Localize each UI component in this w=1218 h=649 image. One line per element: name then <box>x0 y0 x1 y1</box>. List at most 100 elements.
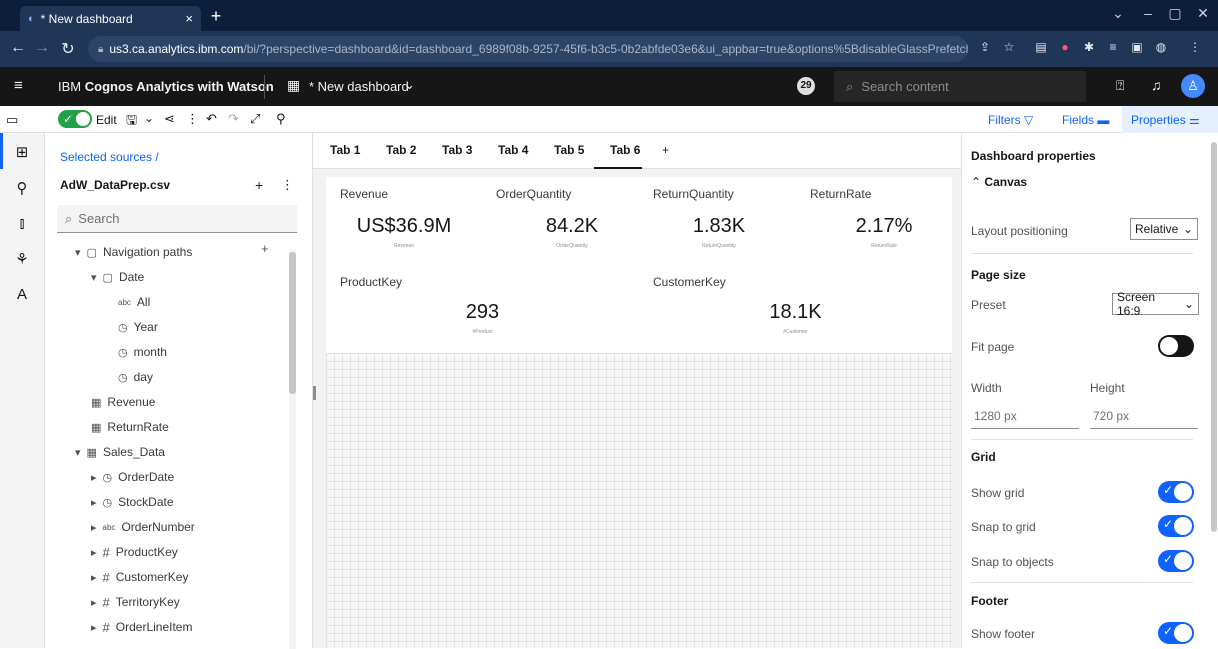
numeric-field-icon: # <box>102 594 110 610</box>
adblock-icon[interactable]: ● <box>1056 40 1074 58</box>
fullscreen-icon[interactable]: ⤢ <box>250 111 260 127</box>
redo-icon[interactable]: ↷ <box>228 111 239 127</box>
show-grid-toggle[interactable]: ✓ <box>1158 481 1194 503</box>
width-input[interactable]: 1280 px <box>971 405 1079 429</box>
snap-to-grid-label: Snap to grid <box>971 520 1036 534</box>
back-icon[interactable]: ← <box>6 39 30 57</box>
browser-tab[interactable]: ◐ * New dashboard × <box>20 6 201 31</box>
notification-count-badge[interactable]: 29 <box>797 77 815 95</box>
new-tab-button[interactable]: + <box>205 6 227 27</box>
profile-avatar-icon[interactable]: ◍ <box>1152 40 1170 58</box>
edit-mode-toggle[interactable]: ✓ <box>58 110 92 128</box>
tree-item[interactable]: ▸ # OrderLineItem <box>91 616 192 638</box>
undo-icon[interactable]: ↶ <box>206 111 217 127</box>
table-icon: ▦ <box>86 446 97 459</box>
share-icon[interactable]: ⋖ <box>164 111 175 127</box>
hamburger-menu-icon[interactable]: ≡ <box>14 77 23 94</box>
tree-item[interactable]: ▾ ▦ Sales_Data <box>75 441 165 463</box>
properties-scrollbar[interactable] <box>1211 142 1217 532</box>
tab-search-icon[interactable]: ⌄ <box>1103 5 1133 22</box>
address-bar[interactable]: 🔒︎ us3.ca.analytics.ibm.com /bi/?perspec… <box>88 36 968 62</box>
share-icon[interactable]: ⇪ <box>976 40 994 58</box>
panel-resize-handle[interactable] <box>313 386 316 400</box>
visualizations-icon[interactable]: ⫾ <box>12 215 32 235</box>
help-icon[interactable]: ⍰ <box>1116 77 1124 94</box>
browser-menu-icon[interactable]: ⋮ <box>1186 40 1204 58</box>
kpi-widget[interactable]: OrderQuantity 84.2K OrderQuantity <box>482 177 639 265</box>
tree-item[interactable]: ▸ ◷ OrderDate <box>91 466 174 488</box>
text-media-icon[interactable]: A <box>12 286 32 306</box>
height-input[interactable]: 720 px <box>1090 405 1198 429</box>
snap-to-objects-toggle[interactable]: ✓ <box>1158 550 1194 572</box>
kpi-widget[interactable]: CustomerKey 18.1K #Customer <box>639 265 952 353</box>
add-tab-button[interactable]: + <box>662 143 669 157</box>
tree-item[interactable]: ▸ # ProductKey <box>91 541 178 563</box>
properties-button[interactable]: Properties ⚌ <box>1131 113 1200 127</box>
tree-item[interactable]: ▸ # CustomerKey <box>91 566 188 588</box>
notifications-bell-icon[interactable]: ♫ <box>1151 77 1162 93</box>
tab-3[interactable]: Tab 3 <box>442 143 472 157</box>
fit-page-toggle[interactable] <box>1158 335 1194 357</box>
tree-item[interactable]: ◷ Year <box>118 316 158 338</box>
save-dropdown-icon[interactable]: ⌄ <box>144 111 154 125</box>
snap-to-grid-toggle[interactable]: ✓ <box>1158 515 1194 537</box>
tree-item[interactable]: ◷ month <box>118 341 167 363</box>
pin-icon[interactable]: ⚲ <box>276 111 286 127</box>
tab-4[interactable]: Tab 4 <box>498 143 528 157</box>
save-icon[interactable]: 🖫︎ <box>126 111 137 133</box>
tab-2[interactable]: Tab 2 <box>386 143 416 157</box>
tree-item[interactable]: ▦ Revenue <box>91 391 155 413</box>
tree-item[interactable]: ▸ abc OrderNumber <box>91 516 195 538</box>
tab-5[interactable]: Tab 5 <box>554 143 584 157</box>
data-sources-icon[interactable]: ⊞ <box>12 143 32 163</box>
widgets-icon[interactable]: ⚘ <box>12 250 32 270</box>
preset-select[interactable]: Screen 16:9 ⌄ <box>1112 290 1199 318</box>
maximize-icon[interactable]: ▢ <box>1160 5 1190 22</box>
tree-item[interactable]: ▾ ▢ Navigation paths <box>75 241 192 263</box>
add-icon[interactable]: + <box>255 177 263 193</box>
divider <box>971 253 1193 254</box>
bookmark-star-icon[interactable]: ☆ <box>1000 40 1018 58</box>
overflow-menu-icon[interactable]: ⋮ <box>281 177 294 193</box>
layout-positioning-select[interactable]: Relative ⌄ <box>1130 218 1198 240</box>
extension-icon[interactable]: ▤ <box>1032 40 1050 58</box>
tree-item[interactable]: ▦ ReturnRate <box>91 416 169 438</box>
show-footer-toggle[interactable]: ✓ <box>1158 622 1194 644</box>
source-search-input[interactable]: ⌕ Search <box>57 205 297 233</box>
kpi-widget[interactable]: ReturnQuantity 1.83K ReturnQuantity <box>639 177 796 265</box>
fields-button[interactable]: Fields ▬ <box>1062 113 1109 127</box>
search-content-input[interactable]: ⌕ Search content <box>834 71 1086 102</box>
kpi-widget[interactable]: ReturnRate 2.17% ReturnRate <box>796 177 952 265</box>
kpi-widget[interactable]: ProductKey 293 #Product <box>326 265 639 353</box>
tree-item[interactable]: ◷ day <box>118 366 153 388</box>
reading-list-icon[interactable]: ≡ <box>1104 40 1122 58</box>
pin-icon[interactable]: ⚲ <box>12 179 32 199</box>
window-close-icon[interactable]: ✕ <box>1188 5 1218 22</box>
forward-icon[interactable]: → <box>30 39 54 57</box>
document-title[interactable]: * New dashboard <box>309 79 409 94</box>
tree-item[interactable]: ▸ ◷ StockDate <box>91 491 174 513</box>
kpi-widget[interactable]: Revenue US$36.9M Revenue <box>326 177 482 265</box>
tree-item[interactable]: ▾ ▢ Date <box>91 266 144 288</box>
expand-icon: ▾ <box>75 246 81 259</box>
reload-icon[interactable]: ↻ <box>56 39 80 59</box>
check-icon: ✓ <box>1163 624 1174 638</box>
tree-item[interactable]: ▸ # TerritoryKey <box>91 591 180 613</box>
minimize-icon[interactable]: – <box>1133 5 1163 21</box>
side-panel-icon[interactable]: ▣ <box>1128 40 1146 58</box>
collapse-panel-icon[interactable]: ▭ <box>6 112 18 128</box>
extensions-puzzle-icon[interactable]: ✱ <box>1080 40 1098 58</box>
chevron-down-icon[interactable]: ⌄ <box>404 77 415 93</box>
canvas-section-toggle[interactable]: ⌃ Canvas <box>971 175 1027 189</box>
tab-6[interactable]: Tab 6 <box>610 143 640 157</box>
breadcrumb[interactable]: Selected sources / <box>60 150 159 164</box>
user-avatar-icon[interactable]: ♙ <box>1181 74 1205 98</box>
filters-button[interactable]: Filters ▽ <box>988 113 1033 127</box>
add-navigation-path-icon[interactable]: + <box>261 241 269 256</box>
footer-header: Footer <box>971 594 1009 608</box>
tree-scrollbar-thumb[interactable] <box>289 252 296 394</box>
tab-close-icon[interactable]: × <box>185 11 193 26</box>
more-options-icon[interactable]: ⋮ <box>186 111 199 127</box>
tab-1[interactable]: Tab 1 <box>330 143 360 157</box>
tree-item[interactable]: abc All <box>118 291 150 313</box>
